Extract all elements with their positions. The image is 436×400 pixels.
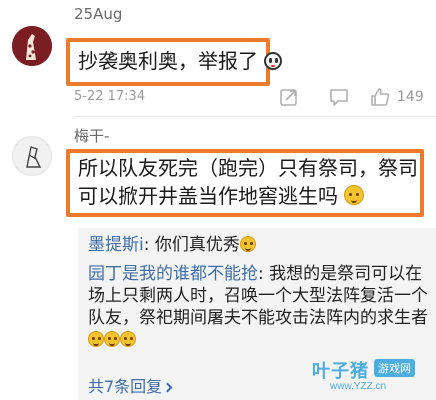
divider: [74, 116, 436, 117]
chevron-right-icon: [162, 382, 173, 393]
comment-text: 抄袭奥利奥，举报了: [78, 47, 283, 75]
cat-grin-emoji-icon: [239, 236, 256, 252]
comment-username[interactable]: 25Aug: [74, 5, 122, 23]
comment-icon[interactable]: [328, 86, 350, 108]
site-watermark-logo: 叶子猪 游戏网 www.YZZ.cn: [312, 355, 434, 397]
ghost-emoji-icon: [264, 52, 283, 70]
cat-grin-emoji-icon: [344, 185, 365, 205]
reply-item[interactable]: 园丁是我的谁都不能抢: 我想的是祭司可以在场上只剩两人时，召唤一个大型法阵复活一…: [88, 263, 428, 351]
more-replies-link[interactable]: 共7条回复: [88, 373, 173, 397]
giraffe-avatar-image: [12, 26, 52, 66]
user-avatar[interactable]: [12, 136, 52, 176]
watermark-tag: 游戏网: [374, 359, 415, 377]
sketch-avatar-image: [26, 146, 42, 168]
user-avatar[interactable]: [12, 26, 52, 66]
watermark-main: 叶子猪: [312, 361, 369, 382]
comment-username[interactable]: 梅干-: [74, 125, 109, 146]
reply-text: 你们真优秀: [154, 235, 240, 255]
thumbs-up-icon[interactable]: [369, 86, 391, 108]
cat-grin-emoji-icon: [88, 331, 104, 347]
comment-timestamp: 5-22 17:34: [74, 89, 146, 104]
cat-grin-emoji-icon: [120, 331, 136, 347]
reply-username[interactable]: 园丁是我的谁都不能抢: [88, 264, 258, 284]
like-count: 149: [397, 89, 424, 105]
watermark-url: www.YZZ.cn: [330, 381, 387, 392]
reply-colon: :: [258, 264, 270, 284]
cat-grin-emoji-icon: [104, 331, 120, 347]
reply-username[interactable]: 墨提斯i: [88, 235, 144, 255]
comment-text: 所以队友死完（跑完）只有祭司，祭司可以掀开井盖当作地窖逃生吗: [78, 156, 418, 208]
reply-colon: :: [143, 235, 155, 255]
reply-item[interactable]: 墨提斯i: 你们真优秀: [88, 234, 428, 256]
share-icon[interactable]: [278, 86, 300, 108]
